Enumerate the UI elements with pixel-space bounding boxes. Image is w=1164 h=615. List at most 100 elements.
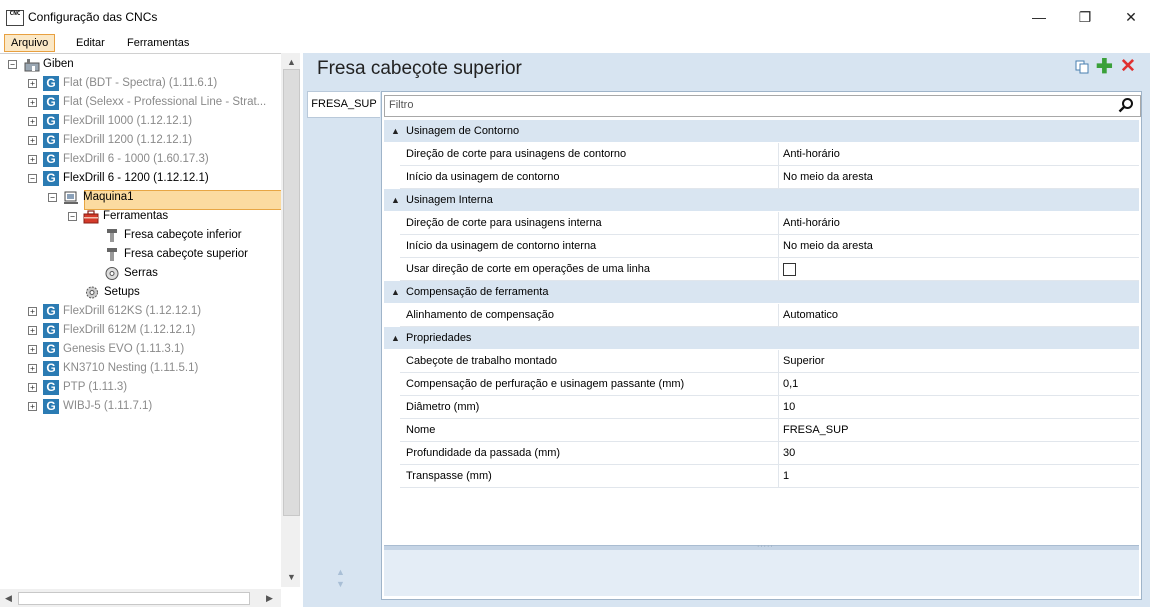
filter-input[interactable] [384,95,1141,117]
property-row[interactable]: Início da usinagem de contorno No meio d… [400,166,1139,189]
tree-node[interactable]: + G FlexDrill 6 - 1000 (1.60.17.3) [0,150,280,169]
property-row[interactable]: Direção de corte para usinagens de conto… [400,143,1139,166]
search-icon[interactable] [1118,97,1134,113]
property-row[interactable]: Diâmetro (mm) 10 [400,396,1139,419]
collapse-icon[interactable]: − [8,60,17,69]
column-divider [778,419,779,441]
scroll-down-icon[interactable]: ▼ [287,572,296,582]
expand-icon[interactable]: + [28,117,37,126]
category-label: Usinagem de Contorno [406,125,520,137]
tree-node[interactable]: + G FlexDrill 1000 (1.12.12.1) [0,112,280,131]
expand-icon[interactable]: + [28,136,37,145]
expand-icon[interactable]: + [28,402,37,411]
property-value[interactable]: Superior [783,350,825,372]
column-divider [778,143,779,165]
tree-node[interactable]: + G FlexDrill 612KS (1.12.12.1) [0,302,280,321]
expand-icon[interactable]: + [28,364,37,373]
category-contorno[interactable]: ▲ Usinagem de Contorno [384,120,1139,142]
tree-node-tool-lower[interactable]: Fresa cabeçote inferior [0,226,280,245]
column-divider [778,442,779,464]
property-row[interactable]: Transpasse (mm) 1 [400,465,1139,488]
category-propriedades[interactable]: ▲ Propriedades [384,327,1139,349]
tree-node[interactable]: + G PTP (1.11.3) [0,378,280,397]
scroll-left-icon[interactable]: ◀ [5,593,12,604]
tree-horizontal-scroll-thumb[interactable] [18,592,250,605]
menu-ferramentas[interactable]: Ferramentas [121,34,195,52]
property-value[interactable]: No meio da aresta [783,166,873,188]
tree-label: Serras [124,267,158,279]
property-row[interactable]: Usar direção de corte em operações de um… [400,258,1139,281]
property-name: Direção de corte para usinagens interna [406,217,602,229]
g-logo-icon: G [43,152,59,167]
scroll-up-icon[interactable]: ▲ [287,57,296,67]
tree-vertical-scroll-thumb[interactable] [283,69,300,516]
add-icon[interactable]: ✚ [1096,57,1113,77]
property-value[interactable]: No meio da aresta [783,235,873,257]
end-mill-icon [107,229,117,242]
category-label: Propriedades [406,332,472,344]
collapse-icon[interactable]: − [68,212,77,221]
expand-icon[interactable]: + [28,307,37,316]
tree-node[interactable]: + G Flat (Selexx - Professional Line - S… [0,93,280,112]
property-row[interactable]: Início da usinagem de contorno interna N… [400,235,1139,258]
collapse-chevron-icon[interactable]: ▲ [391,120,400,142]
property-value[interactable]: Anti-horário [783,143,840,165]
tree-node[interactable]: + G FlexDrill 1200 (1.12.12.1) [0,131,280,150]
splitter-grip-icon[interactable]: ····· [757,543,774,550]
expand-icon[interactable]: + [28,98,37,107]
tree-node-tools[interactable]: − Ferramentas [0,207,280,226]
tree-node-tool-upper[interactable]: Fresa cabeçote superior [0,245,280,264]
close-button[interactable]: ✕ [1108,0,1154,34]
g-logo-icon: G [43,361,59,376]
expand-icon[interactable]: + [28,383,37,392]
property-row[interactable]: Cabeçote de trabalho montado Superior [400,350,1139,373]
tab-scroll-arrows[interactable]: ▲ ▼ [336,566,345,590]
property-row[interactable]: Direção de corte para usinagens interna … [400,212,1139,235]
collapse-icon[interactable]: − [28,174,37,183]
tree-label: Flat (Selexx - Professional Line - Strat… [63,96,267,108]
expand-icon[interactable]: + [28,79,37,88]
tree-node[interactable]: + G FlexDrill 612M (1.12.12.1) [0,321,280,340]
tree-node-machine[interactable]: − Maquina1 [0,188,280,207]
tree-label: Fresa cabeçote inferior [124,229,242,241]
tree-node[interactable]: + G Flat (BDT - Spectra) (1.11.6.1) [0,74,280,93]
tree-node-expanded[interactable]: − G FlexDrill 6 - 1200 (1.12.12.1) [0,169,280,188]
property-row[interactable]: Alinhamento de compensação Automatico [400,304,1139,327]
property-row[interactable]: Compensação de perfuração e usinagem pas… [400,373,1139,396]
single-line-direction-checkbox[interactable] [783,263,796,276]
property-value[interactable]: 30 [783,442,795,464]
maximize-button[interactable]: ❐ [1062,0,1108,34]
tree-node[interactable]: + G WIBJ-5 (1.11.7.1) [0,397,280,416]
minimize-button[interactable]: — [1016,0,1062,34]
menu-arquivo[interactable]: Arquivo [4,34,56,52]
tree-node[interactable]: + G KN3710 Nesting (1.11.5.1) [0,359,280,378]
collapse-chevron-icon[interactable]: ▲ [391,189,400,211]
property-value[interactable]: FRESA_SUP [783,419,848,441]
property-name: Direção de corte para usinagens de conto… [406,148,627,160]
expand-icon[interactable]: + [28,155,37,164]
tree-root-giben[interactable]: − Giben [0,55,280,74]
property-value[interactable]: Anti-horário [783,212,840,234]
delete-icon[interactable]: ✕ [1120,57,1136,77]
property-value[interactable]: 10 [783,396,795,418]
collapse-icon[interactable]: − [48,193,57,202]
collapse-chevron-icon[interactable]: ▲ [391,281,400,303]
category-interna[interactable]: ▲ Usinagem Interna [384,189,1139,211]
copy-icon[interactable] [1075,60,1089,74]
tree-label: FlexDrill 1000 (1.12.12.1) [63,115,193,127]
property-value[interactable]: Automatico [783,304,838,326]
property-value[interactable]: 1 [783,465,789,487]
category-compensacao[interactable]: ▲ Compensação de ferramenta [384,281,1139,303]
property-row[interactable]: Nome FRESA_SUP [400,419,1139,442]
property-row[interactable]: Profundidade da passada (mm) 30 [400,442,1139,465]
tree-node[interactable]: + G Genesis EVO (1.11.3.1) [0,340,280,359]
tree-node-setups[interactable]: Setups [0,283,280,302]
property-value[interactable]: 0,1 [783,373,798,395]
scroll-right-icon[interactable]: ▶ [266,593,273,604]
expand-icon[interactable]: + [28,326,37,335]
expand-icon[interactable]: + [28,345,37,354]
menu-editar[interactable]: Editar [70,34,111,52]
tree-node-saws[interactable]: Serras [0,264,280,283]
tab-fresa-sup[interactable]: FRESA_SUP [307,91,380,118]
collapse-chevron-icon[interactable]: ▲ [391,327,400,349]
